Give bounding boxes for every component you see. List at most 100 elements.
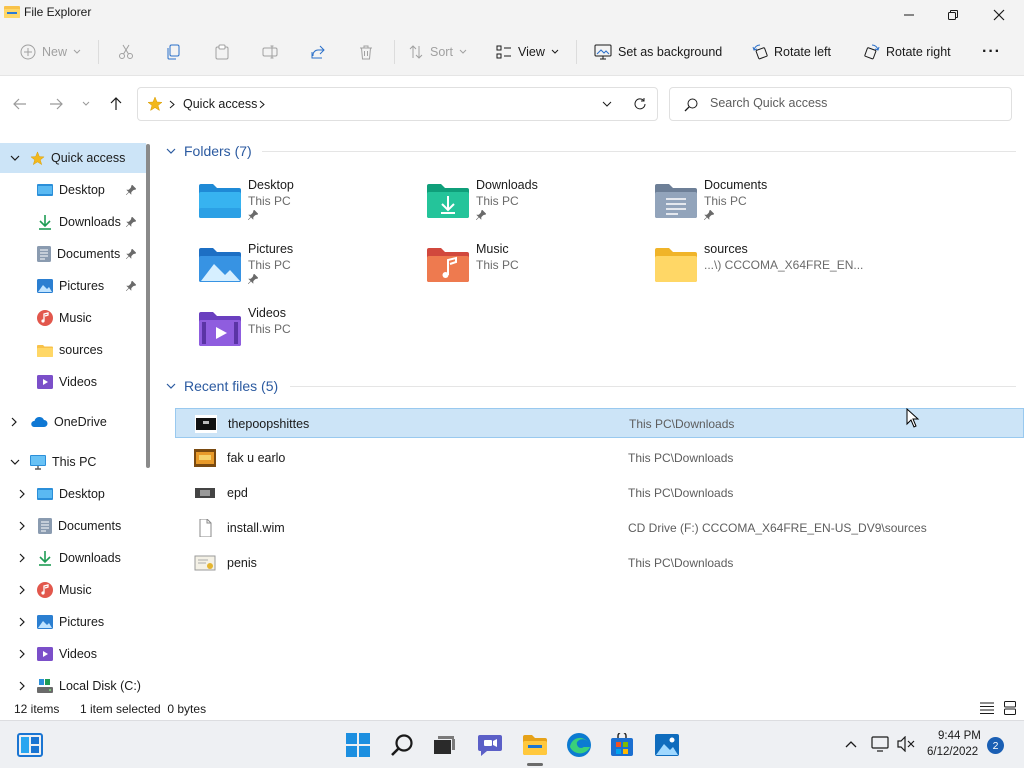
pictures-icon bbox=[37, 615, 53, 629]
share-button[interactable] bbox=[310, 38, 326, 66]
chevron-right-icon[interactable] bbox=[19, 649, 25, 659]
chevron-down-icon[interactable] bbox=[10, 155, 20, 162]
sidebar-item-downloads[interactable]: Downloads bbox=[37, 207, 121, 237]
clock-date[interactable]: 6/12/2022 bbox=[927, 746, 978, 758]
chevron-up-icon[interactable] bbox=[845, 740, 857, 748]
sidebar-item-desktop[interactable]: Desktop bbox=[37, 175, 105, 205]
chevron-right-icon[interactable] bbox=[19, 553, 25, 563]
sidebar-item-label: Quick access bbox=[51, 151, 126, 165]
recent-file-row[interactable]: penis This PC\Downloads bbox=[175, 548, 1024, 578]
folder-tile-videos[interactable]: Videos This PC bbox=[198, 302, 408, 358]
recent-file-row[interactable]: thepoopshittes This PC\Downloads bbox=[175, 408, 1024, 438]
folder-location: This PC bbox=[476, 258, 519, 272]
sidebar-item-onedrive[interactable]: OneDrive bbox=[0, 407, 107, 437]
volume-muted-icon[interactable] bbox=[897, 736, 915, 752]
folder-tile-desktop[interactable]: Desktop This PC bbox=[198, 174, 408, 230]
recent-file-row[interactable]: install.wim CD Drive (F:) CCCOMA_X64FRE_… bbox=[175, 513, 1024, 543]
rotate-left-button[interactable]: Rotate left bbox=[752, 38, 831, 66]
set-as-background-button[interactable]: Set as background bbox=[594, 38, 722, 66]
widgets-button[interactable] bbox=[16, 731, 44, 759]
sidebar-item-pc-videos[interactable]: Videos bbox=[19, 639, 97, 669]
chevron-right-icon[interactable] bbox=[19, 585, 25, 595]
recent-file-row[interactable]: fak u earlo This PC\Downloads bbox=[175, 443, 1024, 473]
search-button[interactable] bbox=[388, 731, 416, 759]
sidebar-item-pc-downloads[interactable]: Downloads bbox=[19, 543, 121, 573]
microsoft-store-button[interactable] bbox=[608, 731, 636, 759]
up-button[interactable] bbox=[106, 94, 126, 114]
forward-button[interactable] bbox=[46, 94, 66, 114]
sidebar-item-local-disk[interactable]: Local Disk (C:) bbox=[19, 671, 141, 696]
refresh-icon[interactable] bbox=[633, 97, 647, 111]
chevron-right-icon[interactable] bbox=[19, 617, 25, 627]
back-button[interactable] bbox=[10, 94, 30, 114]
recent-section-header[interactable]: Recent files (5) bbox=[166, 378, 278, 394]
rotate-right-button[interactable]: Rotate right bbox=[864, 38, 951, 66]
file-explorer-taskbar-button[interactable] bbox=[521, 731, 549, 759]
sidebar-item-pc-pictures[interactable]: Pictures bbox=[19, 607, 104, 637]
view-icon bbox=[496, 45, 511, 59]
notification-badge[interactable]: 2 bbox=[987, 737, 1004, 754]
sidebar-item-pc-documents[interactable]: Documents bbox=[19, 511, 121, 541]
pictures-icon bbox=[37, 279, 53, 293]
search-input[interactable] bbox=[710, 96, 1000, 110]
chevron-right-icon[interactable] bbox=[19, 521, 25, 531]
sidebar-item-music[interactable]: Music bbox=[37, 303, 92, 333]
sidebar-item-pc-desktop[interactable]: Desktop bbox=[19, 479, 105, 509]
sidebar-item-pc-music[interactable]: Music bbox=[19, 575, 92, 605]
close-button[interactable] bbox=[976, 0, 1022, 30]
recent-file-name: install.wim bbox=[227, 521, 285, 535]
chevron-down-icon[interactable] bbox=[602, 101, 612, 108]
minimize-button[interactable] bbox=[886, 0, 932, 30]
cut-button[interactable] bbox=[118, 38, 134, 66]
search-box[interactable] bbox=[669, 87, 1012, 121]
sidebar-scrollbar[interactable] bbox=[146, 144, 150, 468]
recent-locations-button[interactable] bbox=[76, 94, 96, 114]
folder-tile-documents[interactable]: Documents This PC bbox=[654, 174, 864, 230]
sidebar-item-videos[interactable]: Videos bbox=[37, 367, 97, 397]
rotate-left-icon bbox=[752, 44, 768, 60]
new-button[interactable]: New bbox=[20, 38, 81, 66]
clock-time[interactable]: 9:44 PM bbox=[938, 730, 981, 742]
folder-location: This PC bbox=[476, 194, 519, 208]
sidebar-item-pictures[interactable]: Pictures bbox=[37, 271, 104, 301]
folder-tile-downloads[interactable]: Downloads This PC bbox=[426, 174, 636, 230]
maximize-button[interactable] bbox=[930, 0, 976, 30]
sidebar-item-this-pc[interactable]: This PC bbox=[0, 447, 96, 477]
task-view-button[interactable] bbox=[430, 731, 458, 759]
photos-button[interactable] bbox=[653, 731, 681, 759]
sidebar-item-label: Documents bbox=[57, 247, 121, 261]
folder-tile-sources[interactable]: sources ...\) CCCOMA_X64FRE_EN... bbox=[654, 238, 864, 294]
start-button[interactable] bbox=[344, 731, 372, 759]
folder-tile-pictures[interactable]: Pictures This PC bbox=[198, 238, 408, 294]
view-button[interactable]: View bbox=[496, 38, 559, 66]
pin-icon bbox=[126, 217, 136, 227]
folder-tile-music[interactable]: Music This PC bbox=[426, 238, 636, 294]
rotate-right-label: Rotate right bbox=[886, 45, 951, 59]
more-options-button[interactable]: ··· bbox=[982, 38, 1001, 66]
chevron-right-icon[interactable] bbox=[19, 681, 25, 691]
chevron-right-icon[interactable] bbox=[11, 417, 17, 427]
tiles-view-icon[interactable] bbox=[1004, 701, 1016, 715]
chevron-right-icon[interactable] bbox=[19, 489, 25, 499]
paste-button[interactable] bbox=[214, 38, 230, 66]
folders-header-label: Folders (7) bbox=[184, 143, 252, 159]
breadcrumb-quick-access[interactable]: Quick access bbox=[183, 97, 257, 111]
sidebar-item-documents[interactable]: Documents bbox=[37, 239, 120, 269]
copy-button[interactable] bbox=[166, 38, 182, 66]
sidebar-item-sources[interactable]: sources bbox=[37, 335, 103, 365]
recent-file-row[interactable]: epd This PC\Downloads bbox=[175, 478, 1024, 508]
sidebar-item-label: sources bbox=[59, 343, 103, 357]
chevron-down-icon[interactable] bbox=[10, 459, 20, 466]
folders-section-header[interactable]: Folders (7) bbox=[166, 143, 252, 159]
store-icon bbox=[611, 733, 633, 756]
sort-button[interactable]: Sort bbox=[408, 38, 467, 66]
details-view-icon[interactable] bbox=[980, 702, 994, 714]
display-icon[interactable] bbox=[871, 736, 889, 752]
chat-button[interactable] bbox=[476, 731, 504, 759]
delete-button[interactable] bbox=[358, 38, 374, 66]
edge-button[interactable] bbox=[565, 731, 593, 759]
sidebar-item-quick-access[interactable]: Quick access bbox=[0, 143, 146, 173]
chevron-right-icon[interactable] bbox=[259, 100, 265, 109]
rename-button[interactable] bbox=[262, 38, 278, 66]
address-bar[interactable]: Quick access bbox=[137, 87, 658, 121]
